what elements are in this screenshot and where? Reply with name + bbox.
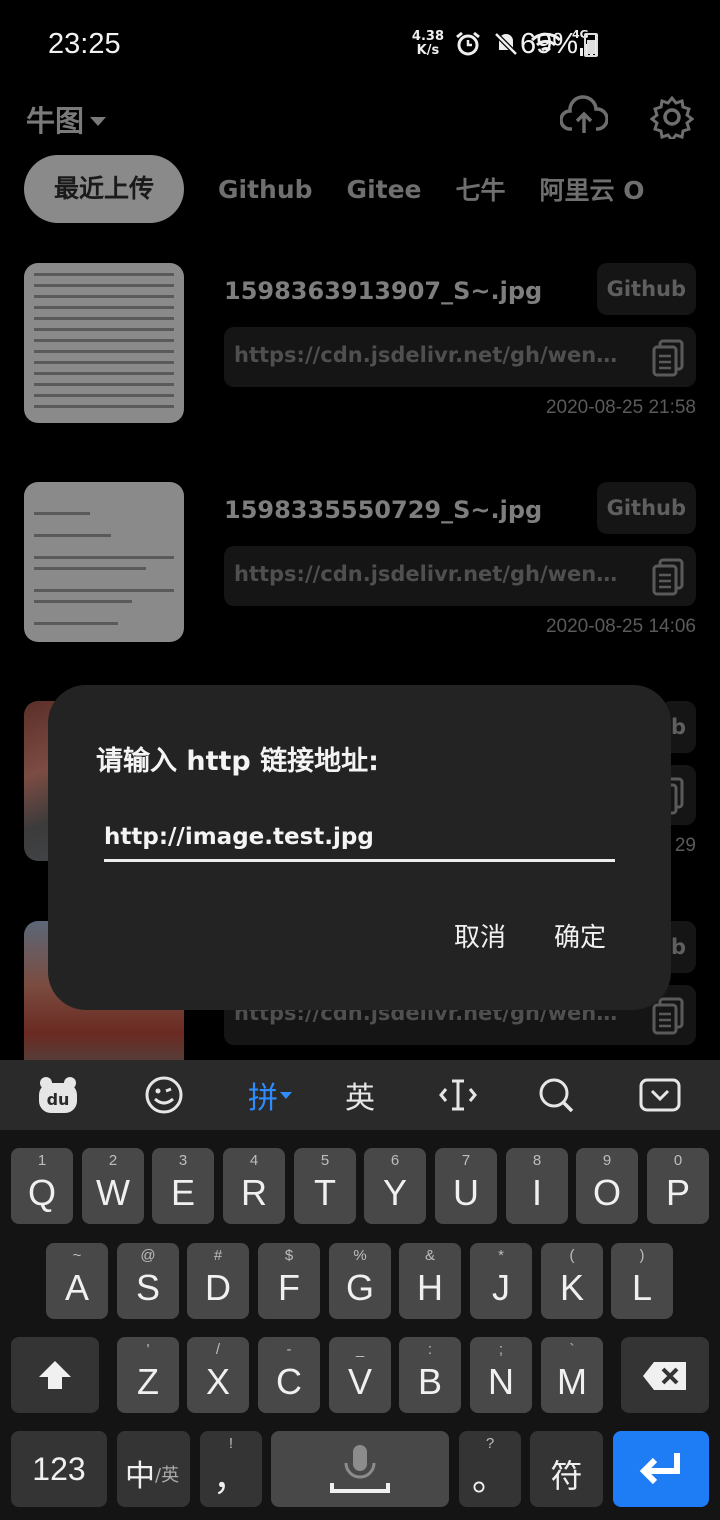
chevron-down-icon: [280, 1091, 292, 1099]
key-m[interactable]: ` M: [541, 1337, 603, 1413]
key-k[interactable]: (K: [541, 1243, 603, 1319]
key-t[interactable]: 5T: [294, 1148, 356, 1224]
period-key[interactable]: ? 。: [459, 1431, 521, 1507]
tab-gitee[interactable]: Gitee: [347, 175, 422, 204]
tab-qiniu[interactable]: 七牛: [456, 171, 506, 207]
image-host-selector[interactable]: 牛图: [26, 98, 107, 140]
space-key[interactable]: [271, 1431, 449, 1507]
search-icon[interactable]: [526, 1070, 586, 1120]
alarm-icon: [456, 31, 480, 56]
thumbnail[interactable]: [24, 263, 184, 423]
language-switch-key[interactable]: 中 /英: [117, 1431, 190, 1507]
cloud-upload-icon[interactable]: [560, 95, 608, 135]
keyboard: 1Q 2W 3E 4R 5T 6Y 7U 8I 9O 0P ~ A @ S # D $…: [0, 1130, 720, 1520]
key-c[interactable]: -C: [258, 1337, 320, 1413]
microphone-icon: [330, 1445, 390, 1493]
key-b[interactable]: :B: [399, 1337, 461, 1413]
copy-icon[interactable]: [652, 558, 684, 596]
enter-key[interactable]: [613, 1431, 709, 1507]
svg-text:du: du: [47, 1090, 70, 1109]
copy-icon[interactable]: [652, 339, 684, 377]
confirm-button[interactable]: 确定: [554, 917, 606, 954]
tab-aliyun[interactable]: 阿里云 O: [540, 171, 645, 207]
url-box[interactable]: https://cdn.jsdelivr.net/gh/wenw...: [224, 327, 696, 387]
key-e[interactable]: 3E: [152, 1148, 214, 1224]
key-f[interactable]: $ F: [258, 1243, 320, 1319]
key-w[interactable]: 2W: [82, 1148, 144, 1224]
url-input-dialog: 请输入 http 链接地址: 取消 确定: [48, 685, 671, 1010]
tab-github[interactable]: Github: [218, 175, 313, 204]
url-box[interactable]: https://cdn.jsdelivr.net/gh/wenw...: [224, 546, 696, 606]
battery-icon: [584, 33, 598, 57]
pinyin-mode-button[interactable]: 拼: [240, 1070, 300, 1120]
network-speed: 4.38 K/s: [411, 29, 444, 58]
key-x[interactable]: / X: [187, 1337, 249, 1413]
key-q[interactable]: 1Q: [11, 1148, 73, 1224]
thumbnail[interactable]: [24, 482, 184, 642]
symbols-key[interactable]: 符: [530, 1431, 603, 1507]
key-j[interactable]: * J: [470, 1243, 532, 1319]
dialog-title: 请输入 http 链接地址:: [96, 746, 379, 777]
mute-icon: [494, 32, 518, 56]
url-input[interactable]: [104, 820, 615, 862]
numbers-key[interactable]: 123: [11, 1431, 107, 1507]
key-g[interactable]: % G: [329, 1243, 391, 1319]
upload-date: 2020-08-25 21:58: [545, 397, 696, 418]
key-a[interactable]: ~ A: [46, 1243, 108, 1319]
key-l[interactable]: ) L: [611, 1243, 673, 1319]
key-i[interactable]: 8I: [506, 1148, 568, 1224]
english-mode-button[interactable]: 英: [330, 1070, 390, 1120]
key-z[interactable]: ' Z: [117, 1337, 179, 1413]
app-title: 牛图: [26, 104, 85, 138]
clock: 23:25: [48, 28, 121, 60]
key-r[interactable]: 4R: [223, 1148, 285, 1224]
backspace-icon: [643, 1362, 686, 1390]
chevron-down-icon: [90, 116, 107, 126]
host-badge: Github: [596, 263, 696, 315]
host-badge: Github: [596, 482, 696, 534]
key-s[interactable]: @ S: [117, 1243, 179, 1319]
shift-key[interactable]: [11, 1337, 99, 1413]
key-u[interactable]: 7U: [435, 1148, 497, 1224]
shift-icon: [39, 1361, 71, 1389]
gear-icon[interactable]: [650, 95, 694, 139]
comma-key[interactable]: ! ，: [200, 1431, 262, 1507]
tab-recent[interactable]: 最近上传: [24, 155, 185, 223]
enter-icon: [639, 1453, 680, 1485]
status-bar: 23:25 4.38 K/s 4G 69%: [0, 0, 720, 95]
hide-keyboard-icon[interactable]: [630, 1070, 690, 1120]
host-tabs: 最近上传 Github Gitee 七牛 阿里云 O: [24, 155, 644, 223]
key-y[interactable]: 6Y: [364, 1148, 426, 1224]
cursor-move-icon[interactable]: [428, 1070, 488, 1120]
list-item[interactable]: 1598335550729_S~.jpg Github https://cdn.…: [24, 482, 696, 644]
copy-icon[interactable]: [652, 997, 684, 1035]
image-url: https://cdn.jsdelivr.net/gh/wenw...: [234, 562, 632, 586]
upload-date: 29: [674, 835, 696, 856]
key-h[interactable]: & H: [399, 1243, 461, 1319]
battery-level: 69%: [520, 28, 579, 60]
key-n[interactable]: ; N: [470, 1337, 532, 1413]
key-p[interactable]: 0P: [647, 1148, 709, 1224]
key-o[interactable]: 9O: [576, 1148, 638, 1224]
upload-date: 2020-08-25 14:06: [545, 616, 696, 637]
file-name: 1598363913907_S~.jpg: [224, 277, 543, 305]
cancel-button[interactable]: 取消: [454, 917, 506, 954]
emoji-icon[interactable]: [134, 1070, 194, 1120]
key-d[interactable]: # D: [187, 1243, 249, 1319]
key-v[interactable]: _ V: [329, 1337, 391, 1413]
list-item[interactable]: 1598363913907_S~.jpg Github https://cdn.…: [24, 263, 696, 425]
app-header: 牛图: [0, 95, 720, 145]
file-name: 1598335550729_S~.jpg: [224, 496, 543, 524]
image-url: https://cdn.jsdelivr.net/gh/wenw...: [234, 343, 632, 367]
keyboard-toolbar: du 拼 英: [0, 1060, 720, 1130]
baidu-logo-icon[interactable]: du: [28, 1070, 88, 1120]
backspace-key[interactable]: [621, 1337, 709, 1413]
